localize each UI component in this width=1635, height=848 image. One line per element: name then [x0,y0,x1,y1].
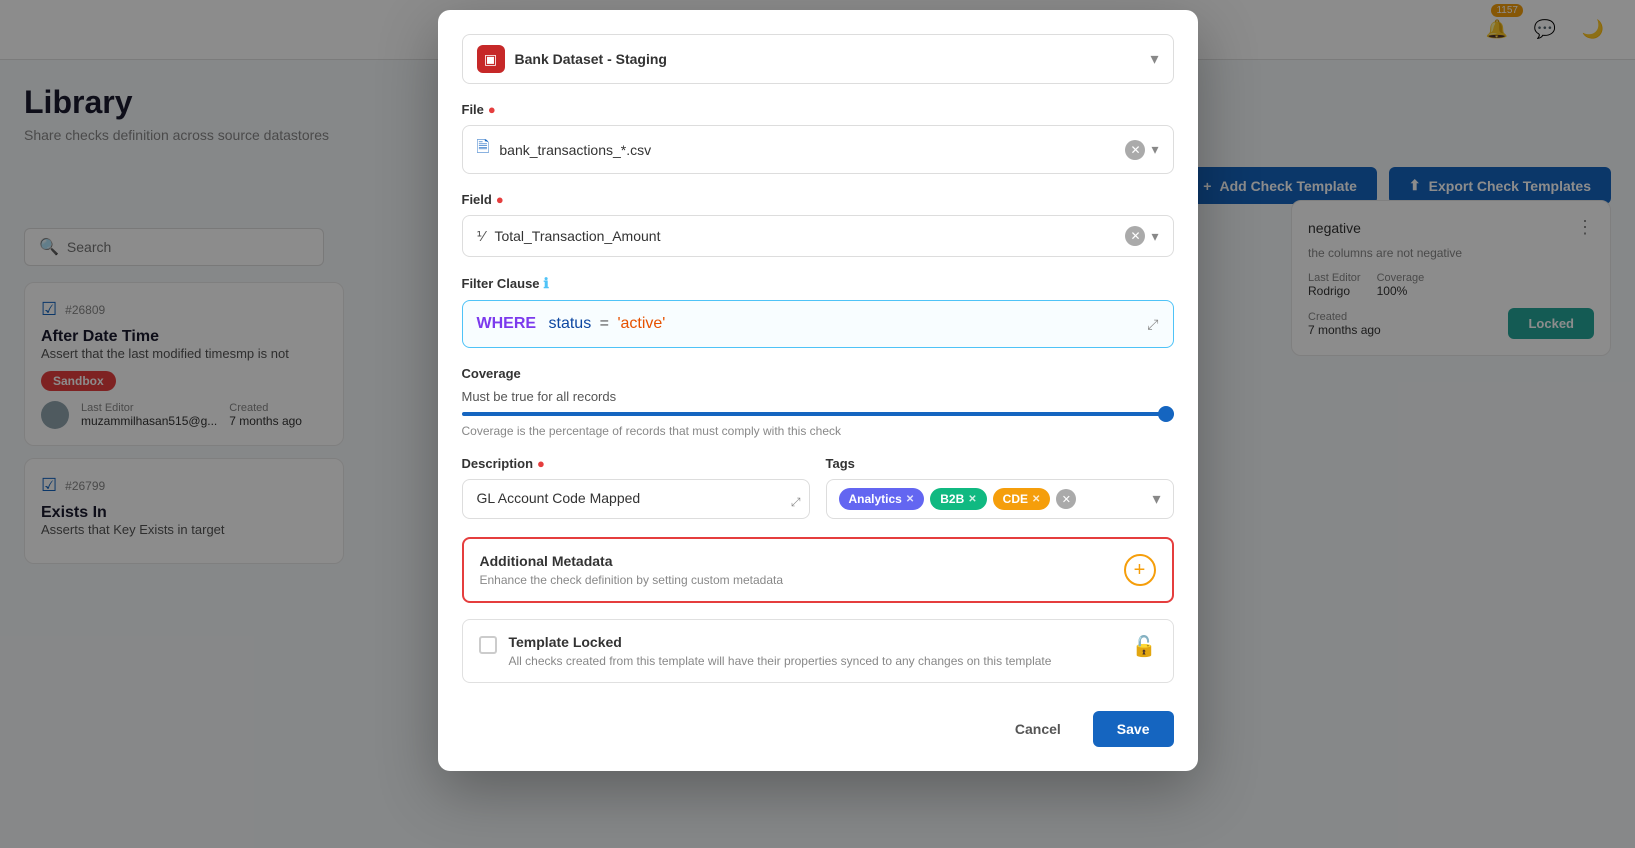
required-marker: ● [488,102,496,117]
modal-overlay: ▣ Bank Dataset - Staging ▾ File ● 🗎 ✕ ▾ … [0,0,1635,848]
description-value: GL Account Code Mapped [477,490,641,506]
expand-icon[interactable]: ⤢ [1147,316,1158,333]
field-input[interactable] [494,228,1125,244]
tags-section: Tags Analytics ✕ B2B ✕ CDE ✕ ✕ ▾ [826,456,1174,519]
coverage-label: Coverage [462,366,1174,381]
field-clear-button[interactable]: ✕ [1125,226,1145,246]
remove-cde-tag-button[interactable]: ✕ [1032,494,1040,505]
locked-content: Template Locked All checks created from … [509,634,1120,668]
file-clear-button[interactable]: ✕ [1125,140,1145,160]
required-marker: ● [537,456,545,471]
filter-op: = [600,315,609,332]
locked-description: All checks created from this template wi… [509,654,1120,668]
additional-metadata-section: Additional Metadata Enhance the check de… [462,537,1174,603]
add-metadata-button[interactable]: + [1124,554,1156,586]
tags-label: Tags [826,456,1174,471]
chevron-down-icon[interactable]: ▾ [1152,489,1160,509]
field-label: Field ● [462,192,1174,207]
dataset-section: ▣ Bank Dataset - Staging ▾ [462,34,1174,84]
tag-cde: CDE ✕ [993,488,1051,510]
tag-b2b: B2B ✕ [930,488,986,510]
save-button[interactable]: Save [1093,711,1174,747]
coverage-sublabel: Must be true for all records [462,389,1174,404]
coverage-hint: Coverage is the percentage of records th… [462,424,1174,438]
clear-tags-button[interactable]: ✕ [1056,489,1076,509]
info-icon: ℹ [544,275,549,292]
filter-field: status [549,315,592,332]
filter-section: Filter Clause ℹ WHERE status = 'active' … [462,275,1174,348]
dataset-left: ▣ Bank Dataset - Staging [477,45,667,73]
dataset-name: Bank Dataset - Staging [515,51,667,67]
remove-b2b-tag-button[interactable]: ✕ [968,494,976,505]
lock-open-icon: 🔓 [1132,634,1157,659]
filter-content: WHERE status = 'active' [477,315,666,333]
expand-icon[interactable]: ⤢ [791,495,801,510]
metadata-description: Enhance the check definition by setting … [480,573,784,587]
remove-analytics-tag-button[interactable]: ✕ [906,494,914,505]
tag-analytics: Analytics ✕ [839,488,925,510]
coverage-slider[interactable] [462,412,1174,416]
template-locked-section: Template Locked All checks created from … [462,619,1174,683]
filter-box[interactable]: WHERE status = 'active' ⤢ [462,300,1174,348]
slider-track [462,412,1174,416]
description-label: Description ● [462,456,810,471]
file-input[interactable] [499,142,1125,158]
dataset-icon: ▣ [477,45,505,73]
template-locked-checkbox[interactable] [479,636,497,654]
filter-label: Filter Clause ℹ [462,275,1174,292]
chevron-down-icon: ▾ [1151,228,1158,245]
locked-title: Template Locked [509,634,1120,650]
required-marker: ● [496,192,504,207]
modal-footer: Cancel Save [462,703,1174,747]
slider-thumb[interactable] [1158,406,1174,422]
file-icon: 🗎 [477,136,490,163]
metadata-left: Additional Metadata Enhance the check de… [480,553,784,587]
filter-where: WHERE [477,315,537,332]
description-section: Description ● GL Account Code Mapped ⤢ [462,456,810,519]
field-section: Field ● ⅟ ✕ ▾ [462,192,1174,257]
file-section: File ● 🗎 ✕ ▾ [462,102,1174,174]
field-input-row[interactable]: ⅟ ✕ ▾ [462,215,1174,257]
file-label: File ● [462,102,1174,117]
chevron-down-icon: ▾ [1150,49,1158,69]
coverage-section: Coverage Must be true for all records Co… [462,366,1174,438]
tags-box: Analytics ✕ B2B ✕ CDE ✕ ✕ ▾ [826,479,1174,519]
field-type-icon: ⅟ [477,228,485,245]
file-input-row[interactable]: 🗎 ✕ ▾ [462,125,1174,174]
modal: ▣ Bank Dataset - Staging ▾ File ● 🗎 ✕ ▾ … [438,10,1198,771]
chevron-down-icon: ▾ [1151,141,1158,158]
filter-value: 'active' [617,315,665,332]
description-box[interactable]: GL Account Code Mapped ⤢ [462,479,810,519]
desc-tags-section: Description ● GL Account Code Mapped ⤢ T… [462,456,1174,519]
metadata-title: Additional Metadata [480,553,784,569]
dataset-selector[interactable]: ▣ Bank Dataset - Staging ▾ [462,34,1174,84]
cancel-button[interactable]: Cancel [995,711,1081,747]
